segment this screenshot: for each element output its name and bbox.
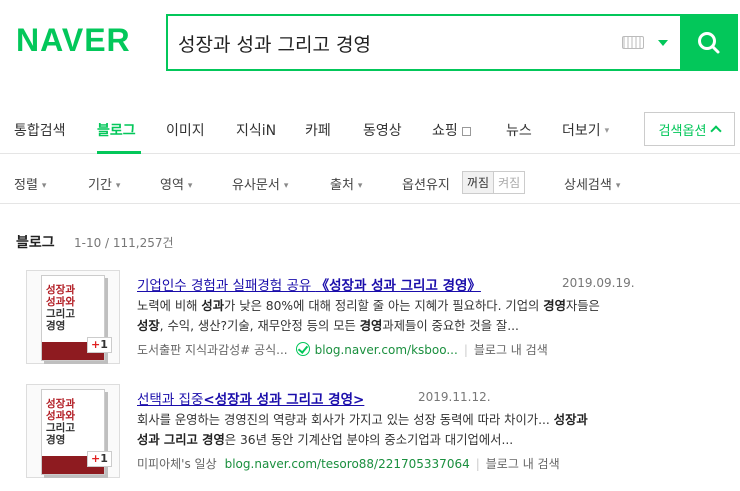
option-keep-toggle: 꺼짐 켜짐: [462, 171, 526, 194]
search-option-label: 검색옵션: [658, 123, 707, 139]
image-count-badge: +1: [87, 337, 112, 353]
tab-video[interactable]: 동영상: [363, 120, 402, 140]
tab-more[interactable]: 더보기 ▾: [562, 120, 609, 140]
filter-area-label: 영역: [160, 178, 184, 193]
tab-kin[interactable]: 지식iN: [236, 120, 276, 140]
tab-all[interactable]: 통합검색: [14, 120, 66, 140]
desc-text: 과제들이 중요한 것을 잘...: [382, 319, 519, 333]
filter-sort[interactable]: 정렬 ▾: [14, 174, 46, 193]
desc-text: 노력에 비해: [137, 299, 202, 313]
caret-down-icon: ▾: [187, 180, 193, 191]
shopping-box-icon: [461, 126, 471, 136]
filter-source-label: 출처: [330, 178, 354, 193]
tab-image[interactable]: 이미지: [166, 120, 205, 140]
section-title: 블로그: [16, 235, 55, 251]
book-title-line: 그리고: [46, 308, 75, 320]
filter-period[interactable]: 기간 ▾: [88, 174, 120, 193]
caret-down-icon: ▾: [283, 180, 289, 191]
result-title-link[interactable]: 기업인수 경험과 실패경험 공유 《성장과 성과 그리고 경영》: [137, 274, 481, 294]
filter-bar: 정렬 ▾ 기간 ▾ 영역 ▾ 유사문서 ▾ 출처 ▾ 옵션유지 꺼짐 켜짐 상세검색 ▾: [0, 156, 740, 204]
desc-text: 은 36년 동안 기계산업 분야의 중소기업과 대기업에서...: [224, 433, 514, 447]
desc-keyword: 경영: [543, 299, 566, 313]
book-title-line: 성장과: [46, 284, 75, 296]
result-title-link[interactable]: 선택과 집중<성장과 성과 그리고 경영>: [137, 388, 364, 408]
header: NAVER: [0, 0, 740, 96]
caret-down-icon: ▾: [615, 180, 621, 191]
desc-text: 자들은: [565, 299, 600, 313]
result-description: 회사를 운영하는 경영진의 역량과 회사가 가지고 있는 성장 동력에 따라 차…: [137, 410, 717, 450]
filter-sort-label: 정렬: [14, 178, 38, 193]
option-keep-label: 옵션유지: [402, 178, 450, 193]
search-tabs: 통합검색 블로그 이미지 지식iN 카페 동영상 쇼핑 뉴스 더보기 ▾ 검색옵션: [0, 108, 740, 154]
result-source[interactable]: 미피아체's 일상: [137, 457, 217, 471]
image-count: 1: [100, 452, 108, 465]
option-keep-off[interactable]: 꺼짐: [463, 172, 495, 193]
book-title-line: 경영: [46, 434, 66, 446]
result-date: 2019.11.12.: [418, 390, 491, 404]
blog-inner-search-link[interactable]: 블로그 내 검색: [486, 457, 560, 471]
desc-keyword: 경영: [359, 319, 383, 333]
tab-news[interactable]: 뉴스: [506, 120, 532, 140]
tab-shopping-label: 쇼핑: [432, 123, 458, 139]
result-title-keyword: <성장과 성과 그리고 경영>: [203, 392, 365, 408]
active-tab-indicator: [97, 151, 141, 154]
filter-similar[interactable]: 유사문서 ▾: [232, 174, 288, 193]
result-thumbnail[interactable]: 성장과 성과와 그리고 경영 +1: [26, 384, 120, 478]
result-source[interactable]: 도서출판 지식과감성# 공식...: [137, 343, 288, 357]
result-title-text: 선택과 집중: [137, 392, 204, 408]
book-title-line: 성과와: [46, 410, 75, 422]
dropdown-caret-icon[interactable]: [658, 40, 668, 46]
image-count: 1: [100, 338, 108, 351]
book-title-line: 그리고: [46, 422, 75, 434]
result-thumbnail[interactable]: 성장과 성과와 그리고 경영 +1: [26, 270, 120, 364]
result-description: 노력에 비해 성과가 낮은 80%에 대해 정리할 줄 아는 지혜가 필요하다.…: [137, 296, 717, 336]
search-option-button[interactable]: 검색옵션: [644, 112, 735, 146]
desc-keyword: 성과: [201, 299, 225, 313]
search-input[interactable]: [178, 26, 608, 60]
caret-down-icon: ▾: [41, 180, 47, 191]
naver-logo[interactable]: NAVER: [16, 22, 131, 59]
filter-detail[interactable]: 상세검색 ▾: [564, 174, 620, 193]
result-url[interactable]: blog.naver.com/tesoro88/221705337064: [225, 457, 470, 471]
filter-source[interactable]: 출처 ▾: [330, 174, 362, 193]
result-url[interactable]: blog.naver.com/ksboo...: [315, 343, 458, 357]
search-button[interactable]: [680, 14, 738, 71]
desc-keyword: 성과 그리고 경영: [137, 433, 225, 447]
filter-area[interactable]: 영역 ▾: [160, 174, 192, 193]
search-icon: [698, 31, 720, 53]
desc-text: 가 낮은 80%에 대해 정리할 줄 아는 지혜가 필요하다. 기업의: [224, 299, 544, 313]
caret-down-icon: ▾: [357, 180, 363, 191]
desc-keyword: 성장: [137, 319, 160, 333]
divider: |: [463, 343, 468, 357]
desc-keyword: 성장과: [553, 413, 588, 427]
book-title-line: 성과와: [46, 296, 75, 308]
book-title-line: 성장과: [46, 398, 75, 410]
caret-down-icon: ▾: [115, 180, 121, 191]
result-date: 2019.09.19.: [562, 276, 635, 290]
tab-shopping[interactable]: 쇼핑: [432, 120, 471, 140]
result-title-keyword: 《성장과 성과 그리고 경영》: [315, 278, 481, 294]
image-count-badge: +1: [87, 451, 112, 467]
option-keep-on[interactable]: 켜짐: [494, 172, 524, 193]
chevron-up-icon: [710, 125, 723, 137]
divider: |: [475, 457, 480, 471]
keyboard-icon[interactable]: [622, 36, 644, 49]
desc-text: , 수익, 생산?기술, 재무안정 등의 모든: [159, 319, 360, 333]
blog-inner-search-link[interactable]: 블로그 내 검색: [474, 343, 548, 357]
book-title-line: 경영: [46, 320, 66, 332]
desc-text: 회사를 운영하는 경영진의 역량과 회사가 가지고 있는 성장 동력에 따라 차…: [137, 413, 554, 427]
verified-check-icon: [295, 342, 310, 356]
tab-cafe[interactable]: 카페: [305, 120, 331, 140]
result-count: 1-10 / 111,257건: [74, 236, 174, 250]
filter-detail-label: 상세검색: [564, 178, 612, 193]
tab-blog[interactable]: 블로그: [97, 120, 136, 140]
filter-similar-label: 유사문서: [232, 178, 280, 193]
filter-period-label: 기간: [88, 178, 112, 193]
caret-down-icon: ▾: [604, 126, 610, 136]
tab-more-label: 더보기: [562, 123, 601, 139]
result-meta: 도서출판 지식과감성# 공식... blog.naver.com/ksboo...…: [137, 341, 548, 358]
result-title-text: 기업인수 경험과 실패경험 공유: [137, 278, 316, 294]
result-meta: 미피아체's 일상 blog.naver.com/tesoro88/2217053…: [137, 455, 560, 472]
search-box: [166, 14, 738, 71]
